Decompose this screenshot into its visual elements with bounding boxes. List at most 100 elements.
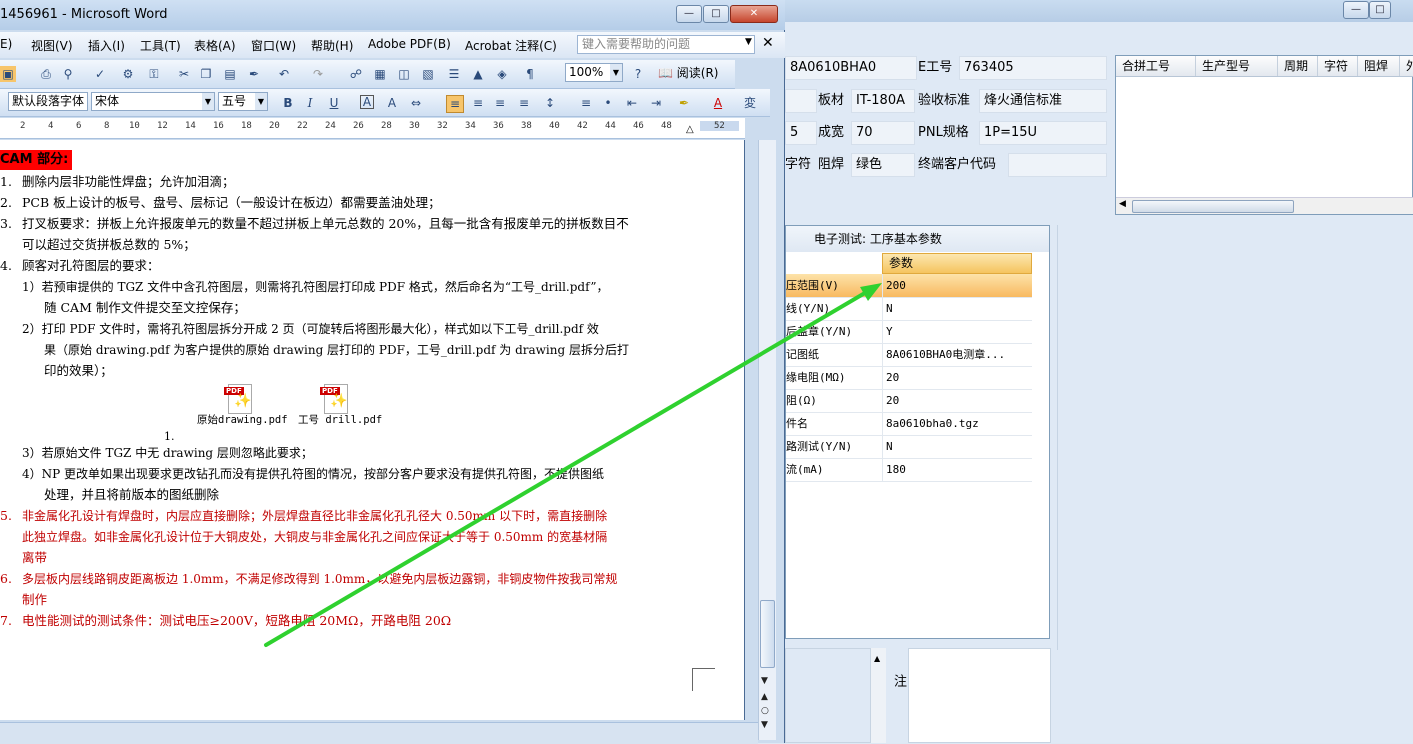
bold-icon[interactable]: B [280,95,296,111]
bullets-icon[interactable]: • [600,95,616,111]
align-center-icon[interactable]: ≡ [470,95,486,111]
align-justify-icon[interactable]: ≡ [446,95,464,113]
scroll-down-icon[interactable]: ▼ [761,676,768,686]
word-horizontal-scrollbar[interactable] [0,722,758,744]
app-minimize-button[interactable]: — [1343,1,1369,19]
scroll-up-icon[interactable]: ▲ [874,654,880,663]
decrease-indent-icon[interactable]: ⇤ [624,95,640,111]
param-value[interactable]: 200 [886,274,906,297]
style-select[interactable]: 默认段落字体 [8,92,88,111]
param-row[interactable]: 缘电阻(MΩ) 20 [786,366,1032,390]
close-document-icon[interactable]: ✕ [762,35,774,51]
param-row[interactable]: 流(mA) 180 [786,458,1032,482]
acceptance-field[interactable]: 烽火通信标准 [979,89,1107,113]
word-scroll-thumb[interactable] [760,600,775,668]
spelling-icon[interactable]: ✓ [92,66,108,82]
grid-header-mask[interactable]: 阻焊 [1358,56,1400,76]
param-value[interactable]: 20 [886,366,899,389]
menu-edit[interactable]: E) [0,37,12,51]
cut-icon[interactable]: ✂ [176,66,192,82]
font-size-select[interactable]: 五号 ▼ [218,92,268,111]
increase-indent-icon[interactable]: ⇥ [648,95,664,111]
param-value[interactable]: 180 [886,458,906,481]
redo-icon[interactable]: ↷ [310,66,326,82]
undo-icon[interactable]: ↶ [276,66,292,82]
word-vertical-scrollbar[interactable]: ▼ ▲ ○ ▼ [758,140,776,740]
size-dropdown-icon[interactable]: ▼ [255,93,267,110]
hyperlink-icon[interactable]: ☍ [348,66,364,82]
numbering-icon[interactable]: ≡ [578,95,594,111]
menu-view[interactable]: 视图(V) [31,37,73,54]
param-row[interactable]: 线(Y/N) N [786,297,1032,321]
app-maximize-button[interactable]: □ [1369,1,1391,19]
help-dropdown-icon[interactable]: ▼ [745,37,752,47]
bottom-vertical-scrollbar[interactable]: ▲ [870,648,887,743]
open-icon[interactable]: ▣ [0,66,16,82]
pdf-attachment-drill[interactable]: PDF ✨ [320,384,350,414]
word-minimize-button[interactable]: — [676,5,702,23]
solder-mask-field[interactable]: 绿色 [851,153,915,177]
param-value[interactable]: 20 [886,389,899,412]
paste-icon[interactable]: ▤ [222,66,238,82]
material-field[interactable]: IT-180A [851,89,915,113]
columns-icon[interactable]: ☰ [446,66,462,82]
menu-insert[interactable]: 插入(I) [88,37,125,54]
grid-horizontal-scrollbar[interactable]: ◀ [1116,197,1413,214]
param-value[interactable]: 8A0610BHA0电测章... [886,343,1005,366]
pnl-field[interactable]: 1P=15U [979,121,1107,145]
phonetic-guide-icon[interactable]: 変 [742,95,758,111]
ruler-indent-marker-icon[interactable]: △ [686,124,694,135]
format-painter-icon[interactable]: ✒ [246,66,262,82]
part-number-field[interactable]: 8A0610BHA0 [785,56,917,80]
params-header[interactable]: 参数 [882,253,1032,274]
prev-page-icon[interactable]: ▲ [761,692,768,702]
zoom-select[interactable]: 100% ▼ [565,63,623,82]
tables-borders-icon[interactable]: ▦ [372,66,388,82]
menu-adobe-pdf[interactable]: Adobe PDF(B) [368,37,451,51]
char-shading-icon[interactable]: A [384,95,400,111]
underline-icon[interactable]: U [326,95,342,111]
row3-left-field[interactable]: 5 [785,121,817,145]
italic-icon[interactable]: I [302,95,318,111]
param-row[interactable]: 阻(Ω) 20 [786,389,1032,413]
font-color-icon[interactable]: A [710,95,726,111]
distribute-icon[interactable]: ≡ [516,95,532,111]
drawing-icon[interactable]: ▲ [470,66,486,82]
model-remark-field[interactable] [908,648,1051,743]
finished-width-field[interactable]: 70 [851,121,915,145]
row2-left-field[interactable] [785,89,817,113]
permission-icon[interactable]: ⚿ [146,66,162,82]
grid-header-combined-job[interactable]: 合拼工号 [1116,56,1196,76]
grid-scroll-thumb[interactable] [1132,200,1294,213]
param-row[interactable]: 记图纸 8A0610BHA0电测章... [786,343,1032,367]
grid-header-model[interactable]: 生产型号 [1196,56,1278,76]
horizontal-ruler[interactable]: 2 4 6 8 10 12 14 16 18 20 22 24 26 28 30… [0,118,745,139]
word-maximize-button[interactable]: □ [703,5,729,23]
document-page[interactable]: CAM 部分: 1. 删除内层非功能性焊盘；允许加泪滴； 2. PCB 板上设计… [0,140,745,720]
menu-tools[interactable]: 工具(T) [140,37,181,54]
copy-icon[interactable]: ❐ [198,66,214,82]
param-value[interactable]: N [886,297,893,320]
highlight-icon[interactable]: ✒ [676,95,692,111]
grid-header-char[interactable]: 字符 [1318,56,1358,76]
panel-job-grid[interactable]: 合拼工号 生产型号 周期 字符 阻焊 外 ◀ [1115,55,1413,215]
font-dropdown-icon[interactable]: ▼ [202,93,214,110]
print-preview-icon[interactable]: ⚲ [60,66,76,82]
menu-table[interactable]: 表格(A) [194,37,236,54]
scroll-left-icon[interactable]: ◀ [1119,199,1126,209]
menu-window[interactable]: 窗口(W) [251,37,296,54]
font-select[interactable]: 宋体 ▼ [91,92,215,111]
char-border-icon[interactable]: A [360,95,374,109]
param-row[interactable]: 压范围(V) 200 [786,274,1032,298]
param-value[interactable]: N [886,435,893,458]
param-row[interactable]: 后盖章(Y/N) Y [786,320,1032,344]
print-icon[interactable]: ⎙ [38,66,54,82]
line-spacing-icon[interactable]: ↕ [542,95,558,111]
word-close-button[interactable]: ✕ [730,5,778,23]
end-customer-field[interactable] [1008,153,1107,177]
menu-acrobat-comments[interactable]: Acrobat 注释(C) [465,37,557,54]
char-scale-icon[interactable]: ⇔ [408,95,424,111]
align-right-icon[interactable]: ≡ [492,95,508,111]
document-map-icon[interactable]: ◈ [494,66,510,82]
next-page-icon[interactable]: ▼ [761,720,768,730]
